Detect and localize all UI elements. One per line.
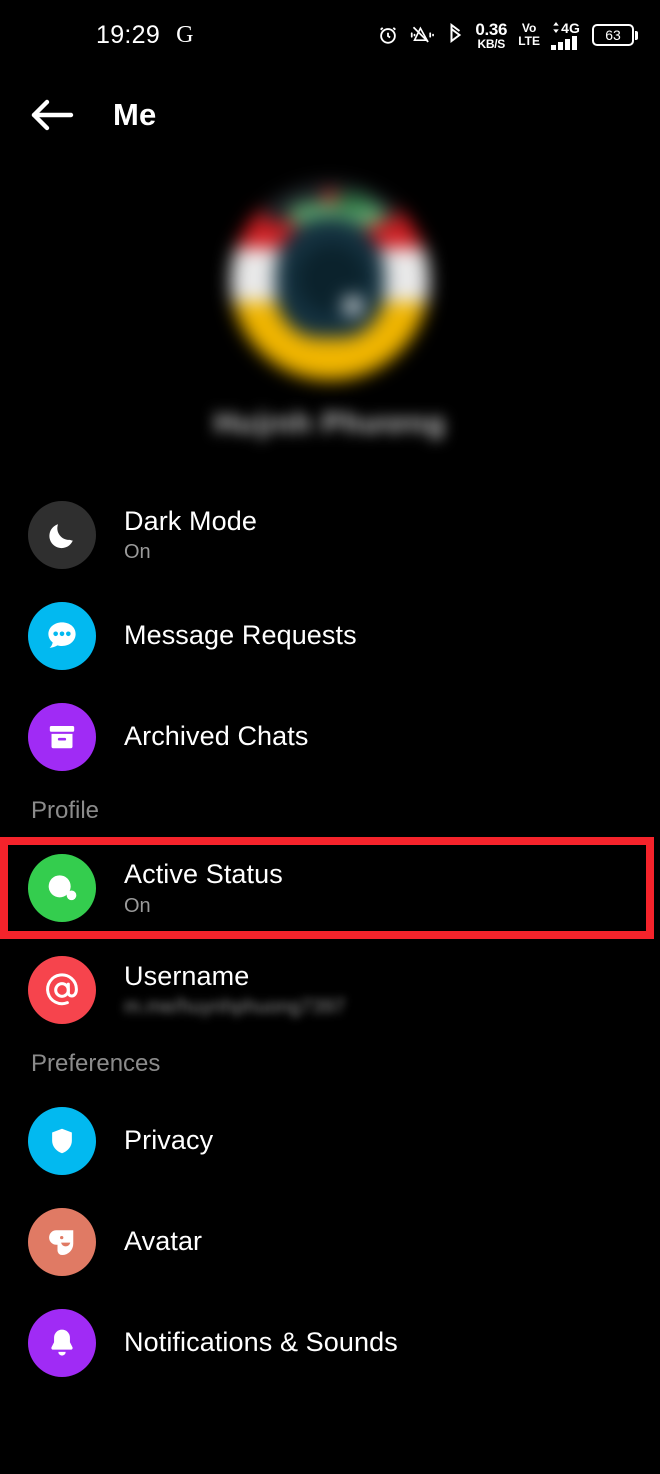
row-title: Active Status (124, 859, 283, 890)
settings-row-privacy[interactable]: Privacy (0, 1090, 660, 1191)
avatar-face-icon (44, 1224, 80, 1260)
row-text: Avatar (124, 1226, 202, 1258)
row-title: Message Requests (124, 619, 357, 650)
status-bar-left: 19:29 G (96, 21, 193, 50)
row-text: Dark Mode On (124, 506, 257, 564)
volte-line-2: LTE (518, 34, 540, 48)
row-icon-container (28, 1308, 96, 1377)
signal-network-label: 4G (561, 19, 580, 36)
row-title: Privacy (124, 1124, 214, 1155)
battery-tip (635, 30, 638, 40)
network-speed-indicator: 0.36 KB/S (475, 21, 507, 50)
volte-indicator: Vo LTE (518, 22, 540, 47)
moon-icon (45, 518, 79, 552)
settings-row-archived-chats[interactable]: Archived Chats (0, 686, 660, 787)
status-bar: 19:29 G 0.36 KB/S Vo LTE 4G 63 (0, 0, 660, 70)
profile-header: Huỳnh Phương (0, 160, 660, 446)
settings-row-active-status[interactable]: Active Status On (0, 837, 654, 939)
row-subtitle: On (124, 894, 151, 917)
battery-indicator: 63 (592, 24, 638, 46)
settings-row-username[interactable]: Username m.me/huynhphuong7397 (0, 939, 660, 1040)
row-text: Active Status On (124, 859, 283, 917)
app-header: Me (0, 70, 660, 160)
row-text: Archived Chats (124, 721, 308, 753)
row-title: Avatar (124, 1225, 203, 1256)
row-icon-container (28, 1106, 96, 1175)
network-speed-value: 0.36 (475, 19, 508, 39)
row-title: Username (124, 960, 250, 991)
profile-name-text: Huỳnh Phương (214, 407, 446, 440)
settings-list: Dark Mode On Message Requests Archived C… (0, 484, 660, 1393)
back-button[interactable] (21, 84, 83, 146)
battery-percent-label: 63 (605, 27, 621, 43)
section-label-profile: Profile (31, 797, 100, 824)
status-bar-clock: 19:29 (96, 20, 161, 49)
active-status-dot-icon (42, 868, 82, 908)
at-sign-icon (43, 971, 81, 1009)
row-title: Notifications & Sounds (124, 1326, 398, 1357)
row-text: Privacy (124, 1125, 213, 1157)
settings-row-dark-mode[interactable]: Dark Mode On (0, 484, 660, 585)
bluetooth-icon (447, 23, 464, 47)
row-text: Message Requests (124, 620, 357, 652)
archive-box-icon (45, 720, 79, 754)
bell-icon (45, 1326, 79, 1360)
signal-indicator: 4G (551, 21, 581, 50)
settings-row-avatar[interactable]: Avatar (0, 1191, 660, 1292)
mute-icon (410, 24, 436, 46)
row-title: Archived Chats (124, 720, 309, 751)
row-subtitle: m.me/huynhphuong7397 (124, 996, 346, 1019)
settings-row-notifications-sounds[interactable]: Notifications & Sounds (0, 1292, 660, 1393)
profile-avatar[interactable] (231, 182, 429, 380)
chat-bubble-dots-icon (43, 617, 81, 655)
row-subtitle: On (124, 541, 151, 564)
row-icon-container (28, 500, 96, 569)
row-text: Notifications & Sounds (124, 1327, 398, 1359)
alarm-icon (377, 24, 399, 46)
section-label-preferences: Preferences (31, 1050, 161, 1077)
row-icon-container (28, 1207, 96, 1276)
network-speed-unit: KB/S (477, 36, 506, 51)
settings-row-message-requests[interactable]: Message Requests (0, 585, 660, 686)
assistant-g-icon: G (176, 22, 194, 48)
row-icon-container (28, 702, 96, 771)
row-text: Username m.me/huynhphuong7397 (124, 961, 345, 1019)
row-title: Dark Mode (124, 505, 257, 536)
status-bar-right: 0.36 KB/S Vo LTE 4G 63 (377, 21, 638, 50)
profile-name: Huỳnh Phương (180, 402, 480, 446)
row-icon-container (28, 601, 96, 670)
avatar-image-redacted (231, 182, 429, 380)
shield-icon (46, 1125, 78, 1157)
row-icon-container (28, 854, 96, 922)
row-icon-container (28, 955, 96, 1024)
arrow-left-icon (29, 97, 75, 133)
page-title: Me (113, 97, 157, 132)
